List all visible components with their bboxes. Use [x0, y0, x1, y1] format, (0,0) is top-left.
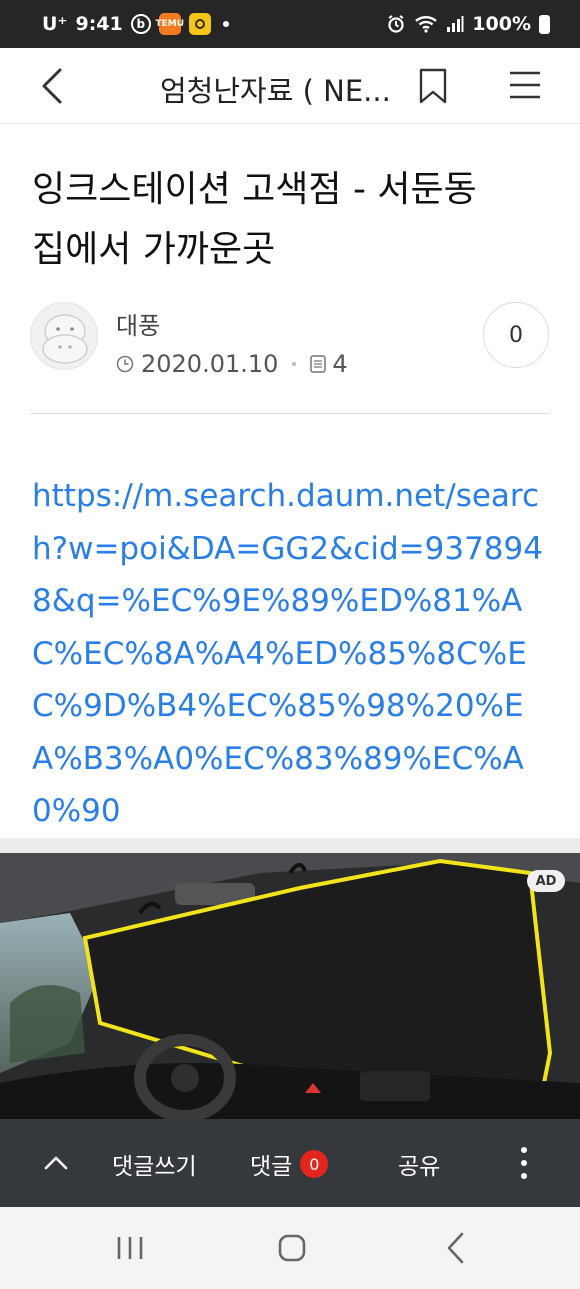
- comment-count-button[interactable]: 0: [483, 302, 549, 368]
- hippo-avatar-icon: [42, 314, 88, 364]
- article-link[interactable]: https://m.search.daum.net/search?w=poi&D…: [32, 470, 556, 838]
- post-date: 2020.01.10: [141, 350, 279, 378]
- chevron-up-icon[interactable]: [40, 1147, 72, 1179]
- status-right: 100%: [386, 13, 550, 35]
- article-title-line-2: 집에서 가까운곳: [32, 229, 276, 270]
- temu-icon: TEMU: [155, 13, 184, 35]
- document-icon: [310, 355, 327, 373]
- ad-badge: AD: [527, 870, 565, 892]
- bookmark-icon[interactable]: [418, 68, 448, 104]
- clock-time: 9:41: [75, 13, 123, 35]
- notification-dot-icon: [222, 21, 229, 27]
- car-sunshade-image: [0, 853, 580, 1119]
- wifi-icon: [415, 16, 438, 33]
- app-header: 엄청난자료 ( NE...: [0, 48, 580, 124]
- yellow-app-icon: [188, 13, 211, 35]
- system-back-icon[interactable]: [444, 1231, 466, 1265]
- bottom-action-bar: 댓글쓰기 댓글 0 공유: [0, 1119, 580, 1207]
- clock-icon: [116, 355, 134, 373]
- article-title-line-1: 잉크스테이션 고색점 - 서둔동: [32, 169, 477, 210]
- system-navigation-bar: [0, 1207, 580, 1289]
- divider: [30, 413, 550, 414]
- write-comment-button[interactable]: 댓글쓰기: [112, 1147, 197, 1181]
- hamburger-menu-icon[interactable]: [508, 70, 542, 100]
- comments-label: 댓글: [250, 1154, 293, 1180]
- status-bar: U⁺ 9:41 b TEMU 100%: [0, 0, 580, 48]
- avatar[interactable]: [30, 302, 98, 370]
- meta-separator: [292, 362, 297, 366]
- page-title: 엄청난자료 ( NE...: [160, 74, 391, 108]
- home-icon[interactable]: [277, 1233, 307, 1263]
- recent-apps-icon[interactable]: [114, 1235, 146, 1261]
- article-meta: 2020.01.10 4: [116, 350, 348, 378]
- view-count: 4: [332, 350, 348, 378]
- comments-count-badge: 0: [300, 1150, 329, 1178]
- comments-button[interactable]: 댓글 0: [250, 1147, 329, 1181]
- article-title: 잉크스테이션 고색점 - 서둔동 집에서 가까운곳: [32, 160, 552, 280]
- battery-icon: [539, 14, 550, 34]
- battery-label: 100%: [472, 13, 531, 35]
- signal-icon: [447, 16, 464, 32]
- share-button[interactable]: 공유: [398, 1147, 440, 1181]
- app-b-icon: b: [130, 14, 151, 34]
- more-vertical-icon[interactable]: [512, 1143, 536, 1183]
- chevron-left-icon[interactable]: [34, 66, 74, 106]
- alarm-icon: [388, 15, 404, 33]
- carrier-label: U⁺: [42, 13, 68, 35]
- status-left: U⁺ 9:41 b TEMU: [42, 13, 229, 35]
- ad-banner-image[interactable]: [0, 853, 580, 1119]
- author-name[interactable]: 대풍: [116, 306, 160, 341]
